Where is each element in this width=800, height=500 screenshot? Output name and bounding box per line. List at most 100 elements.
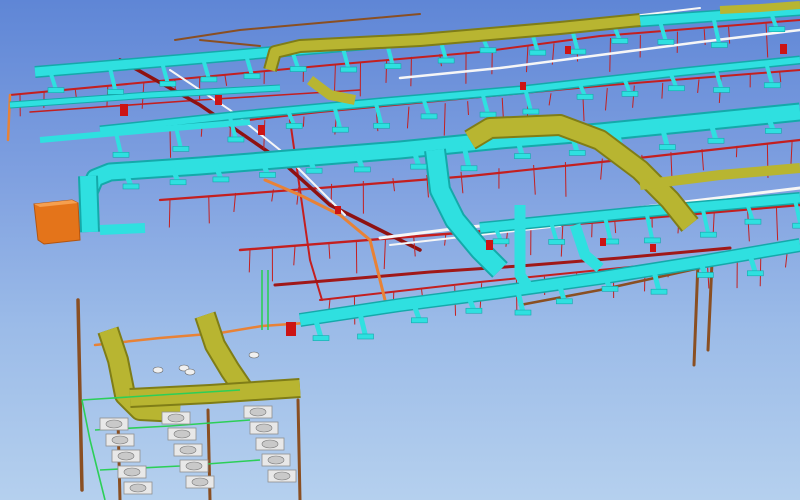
supply-diffuser — [611, 38, 629, 44]
sprinkler-drop — [525, 45, 529, 73]
sprinkler-drop — [169, 129, 172, 158]
supply-diffuser — [657, 39, 675, 45]
sprinkler-drop — [293, 245, 296, 266]
sprinkler-drop — [661, 82, 664, 99]
sprinkler-drop — [392, 178, 395, 192]
supply-diffuser — [357, 333, 374, 340]
supply-diffuser — [212, 176, 230, 183]
supply-diffuser — [289, 66, 307, 72]
sprinkler-drop — [775, 206, 779, 241]
supply-diffuser — [700, 231, 717, 238]
sprinkler-drop — [564, 161, 567, 197]
fixture-unit — [117, 465, 147, 479]
supply-diffuser — [47, 87, 65, 93]
sprinkler-drop — [410, 56, 412, 87]
supply-diffuser — [479, 111, 497, 118]
sprinkler-drop — [168, 199, 171, 228]
supply-diffuser — [644, 237, 661, 244]
sprinkler-main-vert — [289, 119, 323, 301]
supply-diffuser — [650, 288, 668, 295]
supply-diffuser — [107, 89, 124, 95]
drain-stack-1 — [76, 298, 84, 492]
sprinkler-drop — [383, 238, 386, 270]
sprinkler-drop — [224, 74, 228, 86]
sprinkler-drop — [712, 211, 715, 235]
fixture-unit — [99, 417, 129, 431]
model-viewport[interactable] — [0, 0, 800, 500]
supply-diffuser — [765, 128, 782, 134]
supply-diffuser — [763, 82, 781, 89]
fixture-unit — [255, 437, 285, 451]
supply-diffuser — [621, 91, 639, 97]
sprinkler-drop — [467, 101, 469, 116]
sprinkler-drop — [406, 106, 410, 129]
supply-diffuser — [668, 85, 685, 92]
supply-diffuser — [159, 80, 177, 87]
supply-diffuser — [312, 335, 330, 341]
sprinkler-drop — [728, 26, 731, 44]
sprinkler-drop — [759, 254, 762, 287]
supply-diffuser — [172, 146, 190, 152]
green-frame-1 — [81, 399, 106, 500]
mep-3d-scene[interactable] — [0, 0, 800, 500]
supply-diffuser — [601, 286, 619, 292]
supply-diffuser — [465, 307, 483, 314]
sprinkler-drop — [460, 171, 464, 194]
supply-diffuser — [514, 153, 531, 159]
drain-branch-3 — [199, 39, 261, 47]
sprinkler-drop — [605, 88, 608, 111]
supply-diffuser — [411, 317, 428, 324]
drain-stack-4 — [296, 398, 302, 500]
supply-diffuser — [744, 218, 762, 225]
sprinkler-drop — [735, 145, 738, 158]
sprinkler-drop — [248, 249, 251, 273]
supply-diffuser — [420, 113, 438, 120]
supply-diffuser — [460, 165, 478, 172]
fixture-unit — [249, 421, 279, 435]
fixture-head — [248, 351, 260, 359]
sprinkler-drop — [632, 85, 635, 108]
fixture-unit — [161, 411, 191, 425]
supply-diffuser — [112, 151, 130, 158]
supply-diffuser — [707, 137, 725, 144]
supply-diffuser — [576, 93, 594, 100]
fixture-unit — [185, 475, 215, 489]
supply-diffuser — [479, 47, 497, 54]
sprinkler-drop — [790, 140, 793, 168]
return-trunk-upper-right — [719, 1, 800, 14]
fixture-unit — [243, 405, 273, 419]
sprinkler-main-upper — [9, 19, 800, 96]
fixture-head — [152, 366, 164, 374]
hw-drop-left — [6, 93, 12, 142]
sprinkler-drop — [385, 59, 388, 83]
supply-diffuser — [711, 42, 728, 48]
sprinkler-drop — [697, 79, 700, 93]
sprinkler-drop — [328, 242, 331, 259]
sprinkler-drop — [208, 195, 210, 224]
fixture-unit — [105, 433, 135, 447]
supply-diffuser — [340, 66, 357, 73]
supply-diffuser — [492, 238, 510, 245]
supply-diffuser — [305, 167, 323, 174]
supply-diffuser — [354, 166, 371, 173]
supply-diffuser — [713, 87, 730, 93]
sprinkler-drop — [765, 23, 769, 58]
supply-diffuser — [697, 272, 714, 278]
supply-diffuser — [659, 144, 676, 150]
supply-diffuser — [259, 172, 276, 178]
sprinkler-drop — [779, 71, 782, 83]
sprinkler-drop — [334, 64, 336, 91]
sprinkler-drop — [302, 116, 305, 127]
fixture-unit — [173, 443, 203, 457]
supply-diffuser — [568, 150, 586, 156]
supply-diffuser — [227, 136, 245, 143]
supply-diffuser — [285, 123, 303, 129]
return-trunk-right-2 — [639, 163, 800, 190]
supply-diffuser — [514, 309, 532, 316]
sprinkler-drop — [701, 149, 704, 171]
supply-diffuser — [384, 63, 402, 69]
supply-diffuser — [529, 49, 547, 56]
supply-diffuser — [437, 57, 455, 64]
supply-diffuser — [373, 122, 390, 129]
fixture-unit — [167, 427, 197, 441]
